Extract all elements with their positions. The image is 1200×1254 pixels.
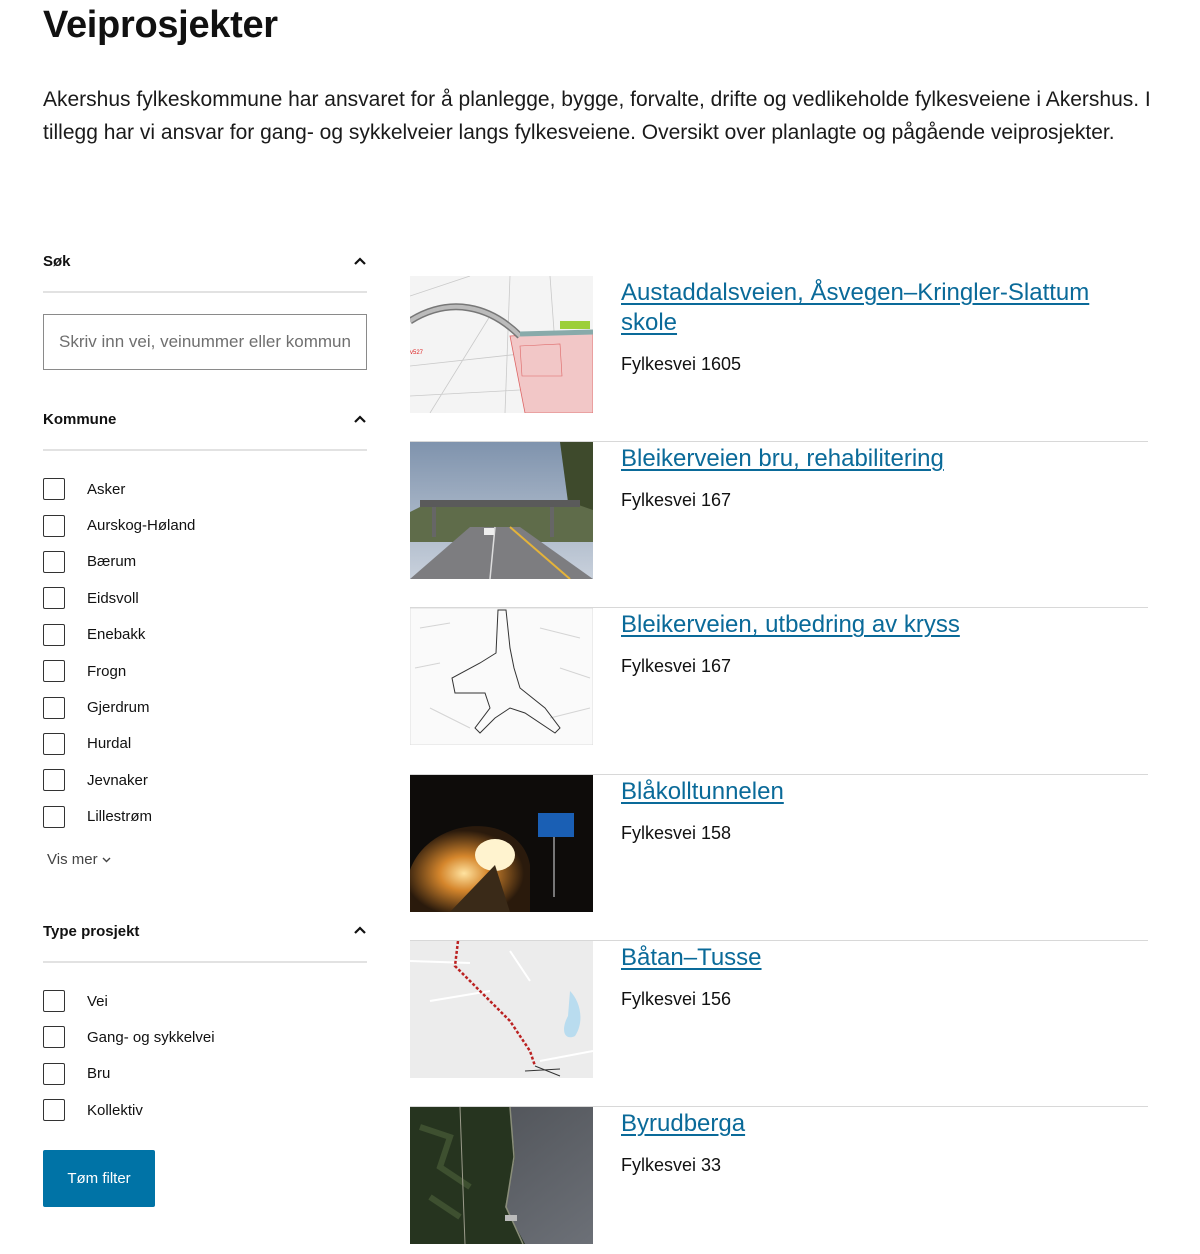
project-info: Bleikerveien bru, rehabilitering Fylkesv… <box>621 442 944 607</box>
project-link[interactable]: Båtan–Tusse <box>621 943 762 973</box>
project-item: Båtan–Tusse Fylkesvei 156 <box>410 940 1148 1107</box>
type-checkbox-bru[interactable]: Bru <box>43 1056 367 1092</box>
kommune-section-toggle[interactable]: Kommune <box>43 388 367 451</box>
type-section-toggle[interactable]: Type prosjekt <box>43 900 367 963</box>
search-section-toggle[interactable]: Søk <box>43 230 367 293</box>
checkbox[interactable] <box>43 587 65 610</box>
filter-sidebar: Søk Kommune Asker Aurskog-Høland Bærum E… <box>43 230 367 1208</box>
checkbox[interactable] <box>43 1062 65 1085</box>
chevron-up-icon <box>354 256 366 265</box>
project-thumbnail-aerial-photo[interactable] <box>410 1106 593 1244</box>
checkbox[interactable] <box>43 696 65 719</box>
checkbox[interactable] <box>43 1099 65 1122</box>
show-more-button[interactable]: Vis mer <box>47 850 111 870</box>
project-thumbnail-tunnel-photo[interactable] <box>410 774 593 912</box>
project-thumbnail-outline-map[interactable] <box>410 608 593 746</box>
kommune-checkbox-asker[interactable]: Asker <box>43 471 367 507</box>
checkbox-label: Gang- og sykkelvei <box>87 1028 215 1046</box>
project-info: Bleikerveien, utbedring av kryss Fylkesv… <box>621 608 960 773</box>
checkbox[interactable] <box>43 805 65 828</box>
kommune-checkbox-hurdal[interactable]: Hurdal <box>43 726 367 762</box>
kommune-checkbox-lillestrom[interactable]: Lillestrøm <box>43 799 367 835</box>
type-section: Type prosjekt Vei Gang- og sykkelvei Bru… <box>43 900 367 1208</box>
clear-filter-button[interactable]: Tøm filter <box>43 1150 155 1208</box>
checkbox-label: Vei <box>87 992 108 1010</box>
kommune-section-heading: Kommune <box>43 411 117 428</box>
kommune-checkbox-jevnaker[interactable]: Jevnaker <box>43 762 367 798</box>
checkbox-label: Jevnaker <box>87 771 148 789</box>
project-item: Bleikerveien, utbedring av kryss Fylkesv… <box>410 608 1148 775</box>
checkbox[interactable] <box>43 478 65 501</box>
checkbox-label: Aurskog-Høland <box>87 517 196 535</box>
project-link[interactable]: Blåkolltunnelen <box>621 777 784 807</box>
project-road-number: Fylkesvei 167 <box>621 656 732 677</box>
project-road-number: Fylkesvei 33 <box>621 1154 722 1175</box>
project-item: v527 Austaddalsveien, Åsvegen–Kringler-S… <box>410 276 1148 443</box>
kommune-checkbox-list: Asker Aurskog-Høland Bærum Eidsvoll Eneb… <box>43 471 367 835</box>
project-info: Båtan–Tusse Fylkesvei 156 <box>621 941 762 1106</box>
project-road-number: Fylkesvei 167 <box>621 490 732 511</box>
project-link[interactable]: Bleikerveien, utbedring av kryss <box>621 610 960 640</box>
project-road-number: Fylkesvei 158 <box>621 822 732 843</box>
checkbox-label: Bærum <box>87 553 137 571</box>
chevron-up-icon <box>354 414 366 423</box>
checkbox[interactable] <box>43 514 65 537</box>
checkbox-label: Bru <box>87 1065 111 1083</box>
type-section-heading: Type prosjekt <box>43 922 140 940</box>
checkbox-label: Gjerdrum <box>87 699 150 717</box>
type-checkbox-kollektiv[interactable]: Kollektiv <box>43 1092 367 1128</box>
kommune-checkbox-baerum[interactable]: Bærum <box>43 544 367 580</box>
checkbox-label: Kollektiv <box>87 1101 143 1119</box>
checkbox[interactable] <box>43 732 65 755</box>
project-link[interactable]: Austaddalsveien, Åsvegen–Kringler-Slattu… <box>621 278 1148 338</box>
project-thumbnail-route-map[interactable] <box>410 940 593 1078</box>
type-checkbox-gang-sykkelvei[interactable]: Gang- og sykkelvei <box>43 1019 367 1055</box>
search-input[interactable] <box>43 314 367 370</box>
chevron-down-icon <box>102 857 111 863</box>
checkbox-label: Hurdal <box>87 735 132 753</box>
project-list: v527 Austaddalsveien, Åsvegen–Kringler-S… <box>410 276 1148 1254</box>
kommune-checkbox-eidsvoll[interactable]: Eidsvoll <box>43 580 367 616</box>
kommune-checkbox-frogn[interactable]: Frogn <box>43 653 367 689</box>
svg-text:v527: v527 <box>410 350 424 356</box>
chevron-up-icon <box>354 926 366 935</box>
project-link[interactable]: Bleikerveien bru, rehabilitering <box>621 444 944 474</box>
checkbox-label: Enebakk <box>87 626 146 644</box>
type-checkbox-vei[interactable]: Vei <box>43 983 367 1019</box>
project-thumbnail-bridge-photo[interactable] <box>410 442 593 580</box>
checkbox[interactable] <box>43 990 65 1013</box>
project-item: Blåkolltunnelen Fylkesvei 158 <box>410 774 1148 941</box>
project-info: Austaddalsveien, Åsvegen–Kringler-Slattu… <box>621 276 1148 441</box>
page-title: Veiprosjekter <box>43 4 278 46</box>
checkbox[interactable] <box>43 623 65 646</box>
project-thumbnail-plan-map[interactable]: v527 <box>410 276 593 413</box>
checkbox-label: Frogn <box>87 662 127 680</box>
kommune-section: Kommune Asker Aurskog-Høland Bærum Eidsv… <box>43 388 367 870</box>
project-info: Blåkolltunnelen Fylkesvei 158 <box>621 775 784 940</box>
checkbox-label: Eidsvoll <box>87 589 139 607</box>
project-item: Bleikerveien bru, rehabilitering Fylkesv… <box>410 442 1148 609</box>
project-link[interactable]: Byrudberga <box>621 1109 745 1139</box>
show-more-label: Vis mer <box>47 851 98 869</box>
project-road-number: Fylkesvei 1605 <box>621 354 742 374</box>
checkbox[interactable] <box>43 550 65 573</box>
kommune-checkbox-enebakk[interactable]: Enebakk <box>43 617 367 653</box>
project-road-number: Fylkesvei 156 <box>621 988 732 1009</box>
project-info: Byrudberga Fylkesvei 33 <box>621 1107 745 1254</box>
page-intro: Akershus fylkeskommune har ansvaret for … <box>43 88 1151 144</box>
checkbox[interactable] <box>43 769 65 792</box>
checkbox-label: Lillestrøm <box>87 808 153 826</box>
kommune-checkbox-aurskog-holand[interactable]: Aurskog-Høland <box>43 507 367 543</box>
checkbox-label: Asker <box>87 480 126 498</box>
search-section-heading: Søk <box>43 253 71 270</box>
kommune-checkbox-gjerdrum[interactable]: Gjerdrum <box>43 689 367 725</box>
type-checkbox-list: Vei Gang- og sykkelvei Bru Kollektiv <box>43 983 367 1129</box>
checkbox[interactable] <box>43 1026 65 1049</box>
search-section: Søk <box>43 230 367 370</box>
checkbox[interactable] <box>43 660 65 683</box>
project-item: Byrudberga Fylkesvei 33 <box>410 1106 1148 1254</box>
